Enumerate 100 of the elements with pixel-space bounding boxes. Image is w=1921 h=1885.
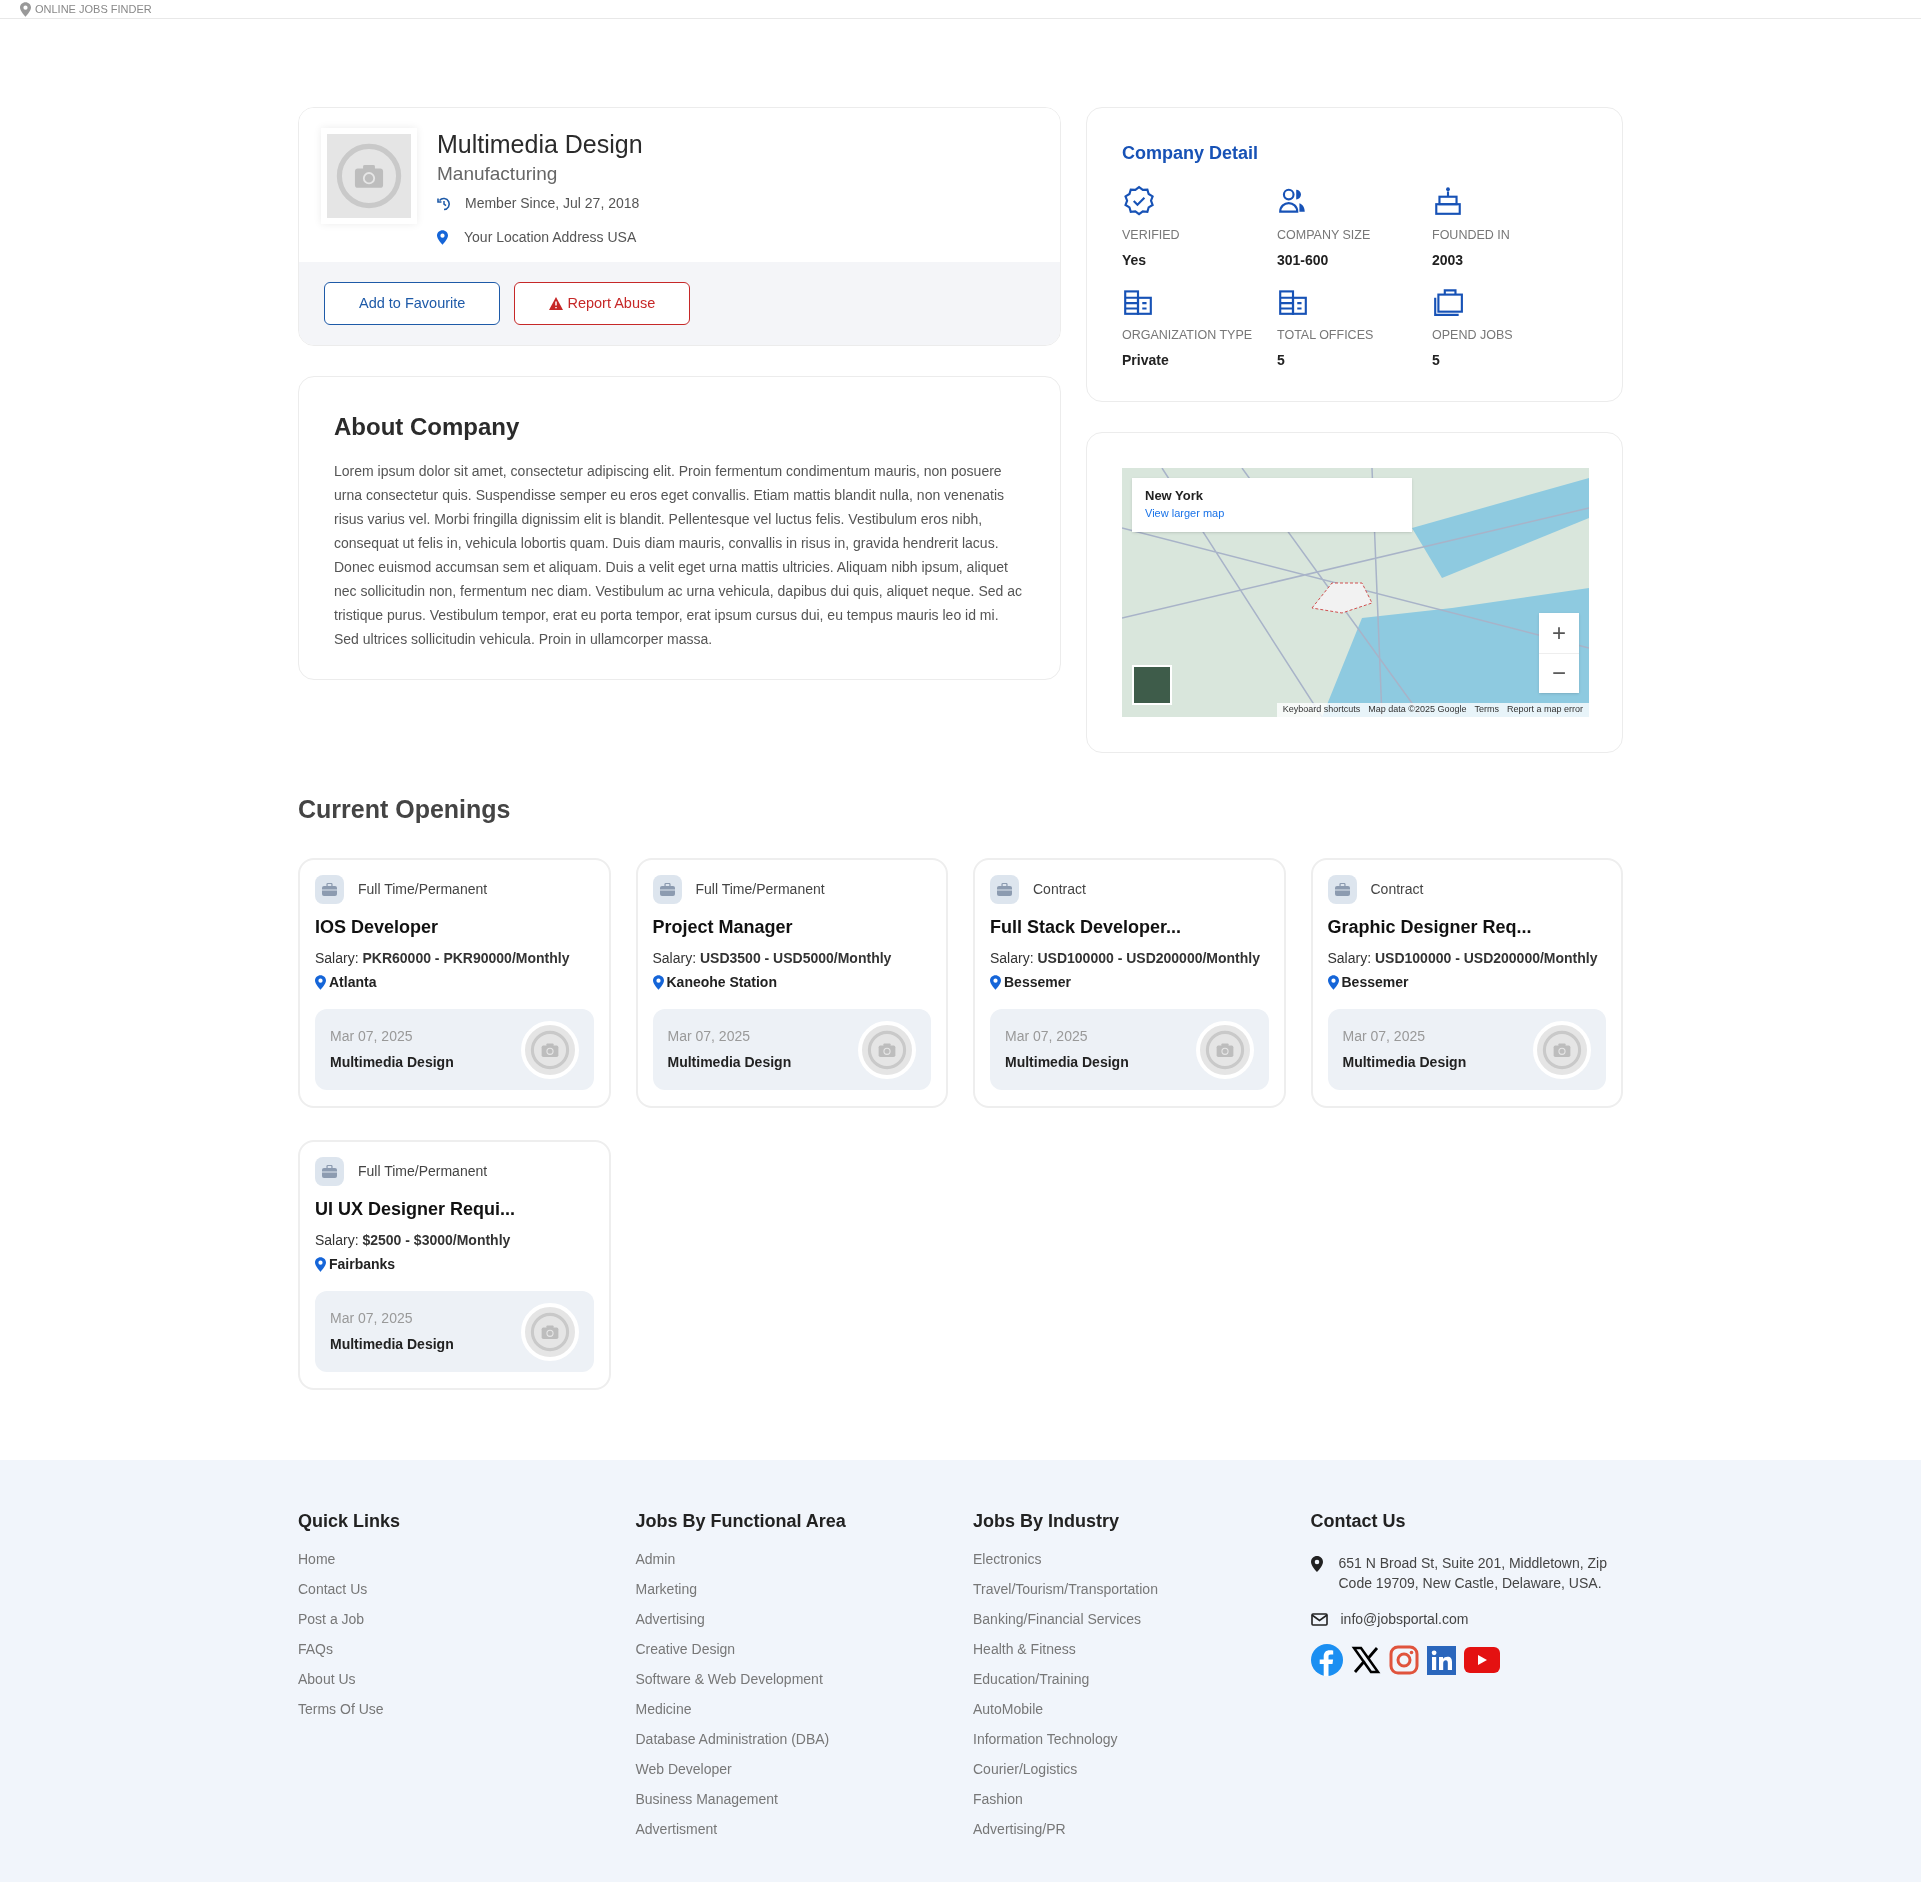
footer-link[interactable]: Contact Us <box>298 1579 611 1599</box>
job-company: Multimedia Design <box>1005 1053 1129 1072</box>
job-type: Full Time/Permanent <box>358 1162 488 1181</box>
company-name: Multimedia Design <box>437 129 643 160</box>
job-company: Multimedia Design <box>330 1335 454 1354</box>
job-city: Kaneohe Station <box>666 973 777 992</box>
footer-link[interactable]: Fashion <box>973 1789 1286 1809</box>
cake-icon <box>1432 185 1464 217</box>
job-title[interactable]: Project Manager <box>652 914 931 941</box>
briefcase-icon <box>315 875 344 904</box>
location-pin-icon <box>315 975 326 990</box>
zoom-in-button[interactable]: + <box>1539 612 1579 653</box>
job-salary: Salary: PKR60000 - PKR90000/Monthly <box>315 949 571 968</box>
facebook-icon[interactable] <box>1310 1644 1343 1676</box>
view-larger-map-link[interactable]: View larger map <box>1145 505 1399 522</box>
footer-link[interactable]: Advertising/PR <box>973 1819 1286 1839</box>
footer-heading: Jobs By Functional Area <box>635 1510 847 1533</box>
footer-heading: Jobs By Industry <box>973 1510 1121 1533</box>
job-city: Bessemer <box>1004 973 1071 992</box>
about-text: Lorem ipsum dolor sit amet, consectetur adipiscing elit. Proin fermentum condimentum mauris, non posuere urna consectetur quis. Suspendisse semper eu eros eget convallis. Etiam mattis blandit nulla, non venenatis risus varius vel. Morbi fringilla dignissim elit is blandit. Pellentesque vel luctus felis. Vestibulum eros nibh, consequat ut felis in, vehicula lobortis quam. Duis diam mauris, convallis in risus in, gravida hendrerit lacus. Donec euismod accumsan sem et aliquam. Duis a velit eget urna mattis ultricies. Aliquam nibh ipsum, aliquet nec sollicitudin non, fermentum nec diam. Vestibulum ac urna vehicula, dapibus dui quis, aliquet neque. Sed ac tristique purus. Vestibulum tempor, erat eu porta tempor, erat ipsum cursus dui, eu tempus mauris leo id mi. Sed ultrices sollicitudin vehicula. Proin in ullamcorper massa. <box>334 462 1023 649</box>
job-city: Bessemer <box>1341 973 1409 992</box>
job-card[interactable]: Full Time/Permanent IOS Developer Salary: PKR60000 - PKR90000/Monthly Atlanta Mar 07, 2025 Multimedia Design <box>298 858 611 1108</box>
job-card[interactable]: Full Time/Permanent UI UX Designer Requi... Salary: $2500 - $3000/Monthly Fairbanks Mar 07, 2025 Multimedia Design <box>298 1140 611 1390</box>
footer-link[interactable]: Electronics <box>973 1549 1286 1569</box>
footer-link[interactable]: Software & Web Development <box>635 1669 948 1689</box>
footer-link[interactable]: Education/Training <box>973 1669 1286 1689</box>
map-attribution-link[interactable]: Report a map error <box>1506 702 1583 717</box>
footer-link[interactable]: Database Administration (DBA) <box>635 1729 948 1749</box>
play-button-icon[interactable] <box>1463 1647 1500 1673</box>
detail-value: Yes <box>1122 250 1148 270</box>
footer-link[interactable]: Web Developer <box>635 1759 948 1779</box>
job-card[interactable]: Contract Full Stack Developer... Salary: USD100000 - USD200000/Monthly Bessemer Mar 07, 2025 Multimedia Design <box>973 858 1286 1108</box>
section-heading: About Company <box>334 412 521 442</box>
detail-label: OPEND JOBS <box>1432 326 1514 344</box>
footer-link[interactable]: Courier/Logistics <box>973 1759 1286 1779</box>
company-detail-heading: Company Detail <box>1122 142 1260 165</box>
footer-link[interactable]: Marketing <box>635 1579 948 1599</box>
job-type: Full Time/Permanent <box>358 880 488 899</box>
footer-link[interactable]: Advertising <box>635 1609 948 1629</box>
briefcase-icon <box>1327 875 1357 904</box>
map-place-name: New York <box>1145 486 1205 505</box>
detail-label: ORGANIZATION TYPE <box>1122 326 1254 344</box>
job-city: Atlanta <box>329 973 377 992</box>
company-industry: Manufacturing <box>437 162 559 186</box>
location-pin-icon <box>20 1 31 17</box>
footer-link[interactable]: Admin <box>635 1549 948 1569</box>
footer-link[interactable]: Business Management <box>635 1789 948 1809</box>
camera-outline-icon[interactable] <box>1388 1645 1419 1675</box>
site-brand[interactable]: ONLINE JOBS FINDER <box>35 3 152 15</box>
mail-icon <box>1310 1613 1328 1626</box>
footer-link[interactable]: Home <box>298 1549 611 1569</box>
job-salary: Salary: USD3500 - USD5000/Monthly <box>652 949 893 968</box>
job-title[interactable]: Full Stack Developer... <box>990 914 1269 941</box>
map-attribution-link[interactable]: Keyboard shortcuts <box>1282 702 1361 717</box>
footer-link[interactable]: Creative Design <box>635 1639 948 1659</box>
footer-link[interactable]: Post a Job <box>298 1609 611 1629</box>
history-icon <box>437 196 451 211</box>
detail-value: 2003 <box>1432 250 1465 270</box>
footer-link[interactable]: FAQs <box>298 1639 611 1659</box>
footer-link[interactable]: About Us <box>298 1669 611 1689</box>
job-title[interactable]: Graphic Designer Req... <box>1327 914 1606 941</box>
report-abuse-button[interactable]: Report Abuse <box>514 282 691 325</box>
contact-email[interactable]: info@jobsportal.com <box>1340 1609 1469 1630</box>
warning-icon <box>549 297 564 310</box>
footer-link[interactable]: Health & Fitness <box>973 1639 1286 1659</box>
job-type: Contract <box>1033 880 1086 899</box>
footer-link[interactable]: Advertisment <box>635 1819 948 1839</box>
satellite-thumbnail[interactable] <box>1132 664 1172 705</box>
favourite-button[interactable]: Add to Favourite <box>324 282 501 325</box>
footer-link[interactable]: Travel/Tourism/Transportation <box>973 1579 1286 1599</box>
footer-link[interactable]: AutoMobile <box>973 1699 1286 1719</box>
zoom-out-button[interactable]: − <box>1539 652 1579 693</box>
x-logo-icon[interactable] <box>1350 1645 1381 1675</box>
job-card[interactable]: Full Time/Permanent Project Manager Salary: USD3500 - USD5000/Monthly Kaneohe Station Mar 07, 2025 Multimedia Design <box>635 858 948 1108</box>
briefcase-icon <box>990 875 1019 904</box>
footer-link[interactable]: Medicine <box>635 1699 948 1719</box>
location-pin-icon <box>652 975 664 990</box>
footer-link[interactable]: Terms Of Use <box>298 1699 611 1719</box>
job-salary: Salary: USD100000 - USD200000/Monthly <box>990 949 1261 968</box>
briefcase-icon <box>315 1157 344 1186</box>
job-date: Mar 07, 2025 <box>1342 1027 1426 1046</box>
job-date: Mar 07, 2025 <box>330 1027 414 1046</box>
job-title[interactable]: UI UX Designer Requi... <box>315 1196 594 1223</box>
job-city: Fairbanks <box>329 1255 396 1274</box>
footer-link[interactable]: Information Technology <box>973 1729 1286 1749</box>
job-title[interactable]: IOS Developer <box>315 914 594 941</box>
footer-link[interactable]: Banking/Financial Services <box>973 1609 1286 1629</box>
company-location: Your Location Address USA <box>464 228 637 247</box>
job-company: Multimedia Design <box>667 1053 792 1072</box>
location-pin-icon <box>1327 975 1339 990</box>
footer-heading: Quick Links <box>298 1510 402 1533</box>
map-attribution-link[interactable]: Terms <box>1474 702 1499 717</box>
verified-badge-icon <box>1122 185 1154 217</box>
job-card[interactable]: Contract Graphic Designer Req... Salary: USD100000 - USD200000/Monthly Bessemer Mar 07, 2025 Multimedia Design <box>1310 858 1623 1108</box>
linkedin-icon[interactable] <box>1426 1645 1456 1675</box>
detail-value: 301-600 <box>1277 250 1330 270</box>
job-date: Mar 07, 2025 <box>667 1027 751 1046</box>
job-type: Full Time/Permanent <box>695 880 825 899</box>
map-attribution-link[interactable]: Map data ©2025 Google <box>1368 702 1467 717</box>
footer-heading: Contact Us <box>1310 1510 1407 1533</box>
